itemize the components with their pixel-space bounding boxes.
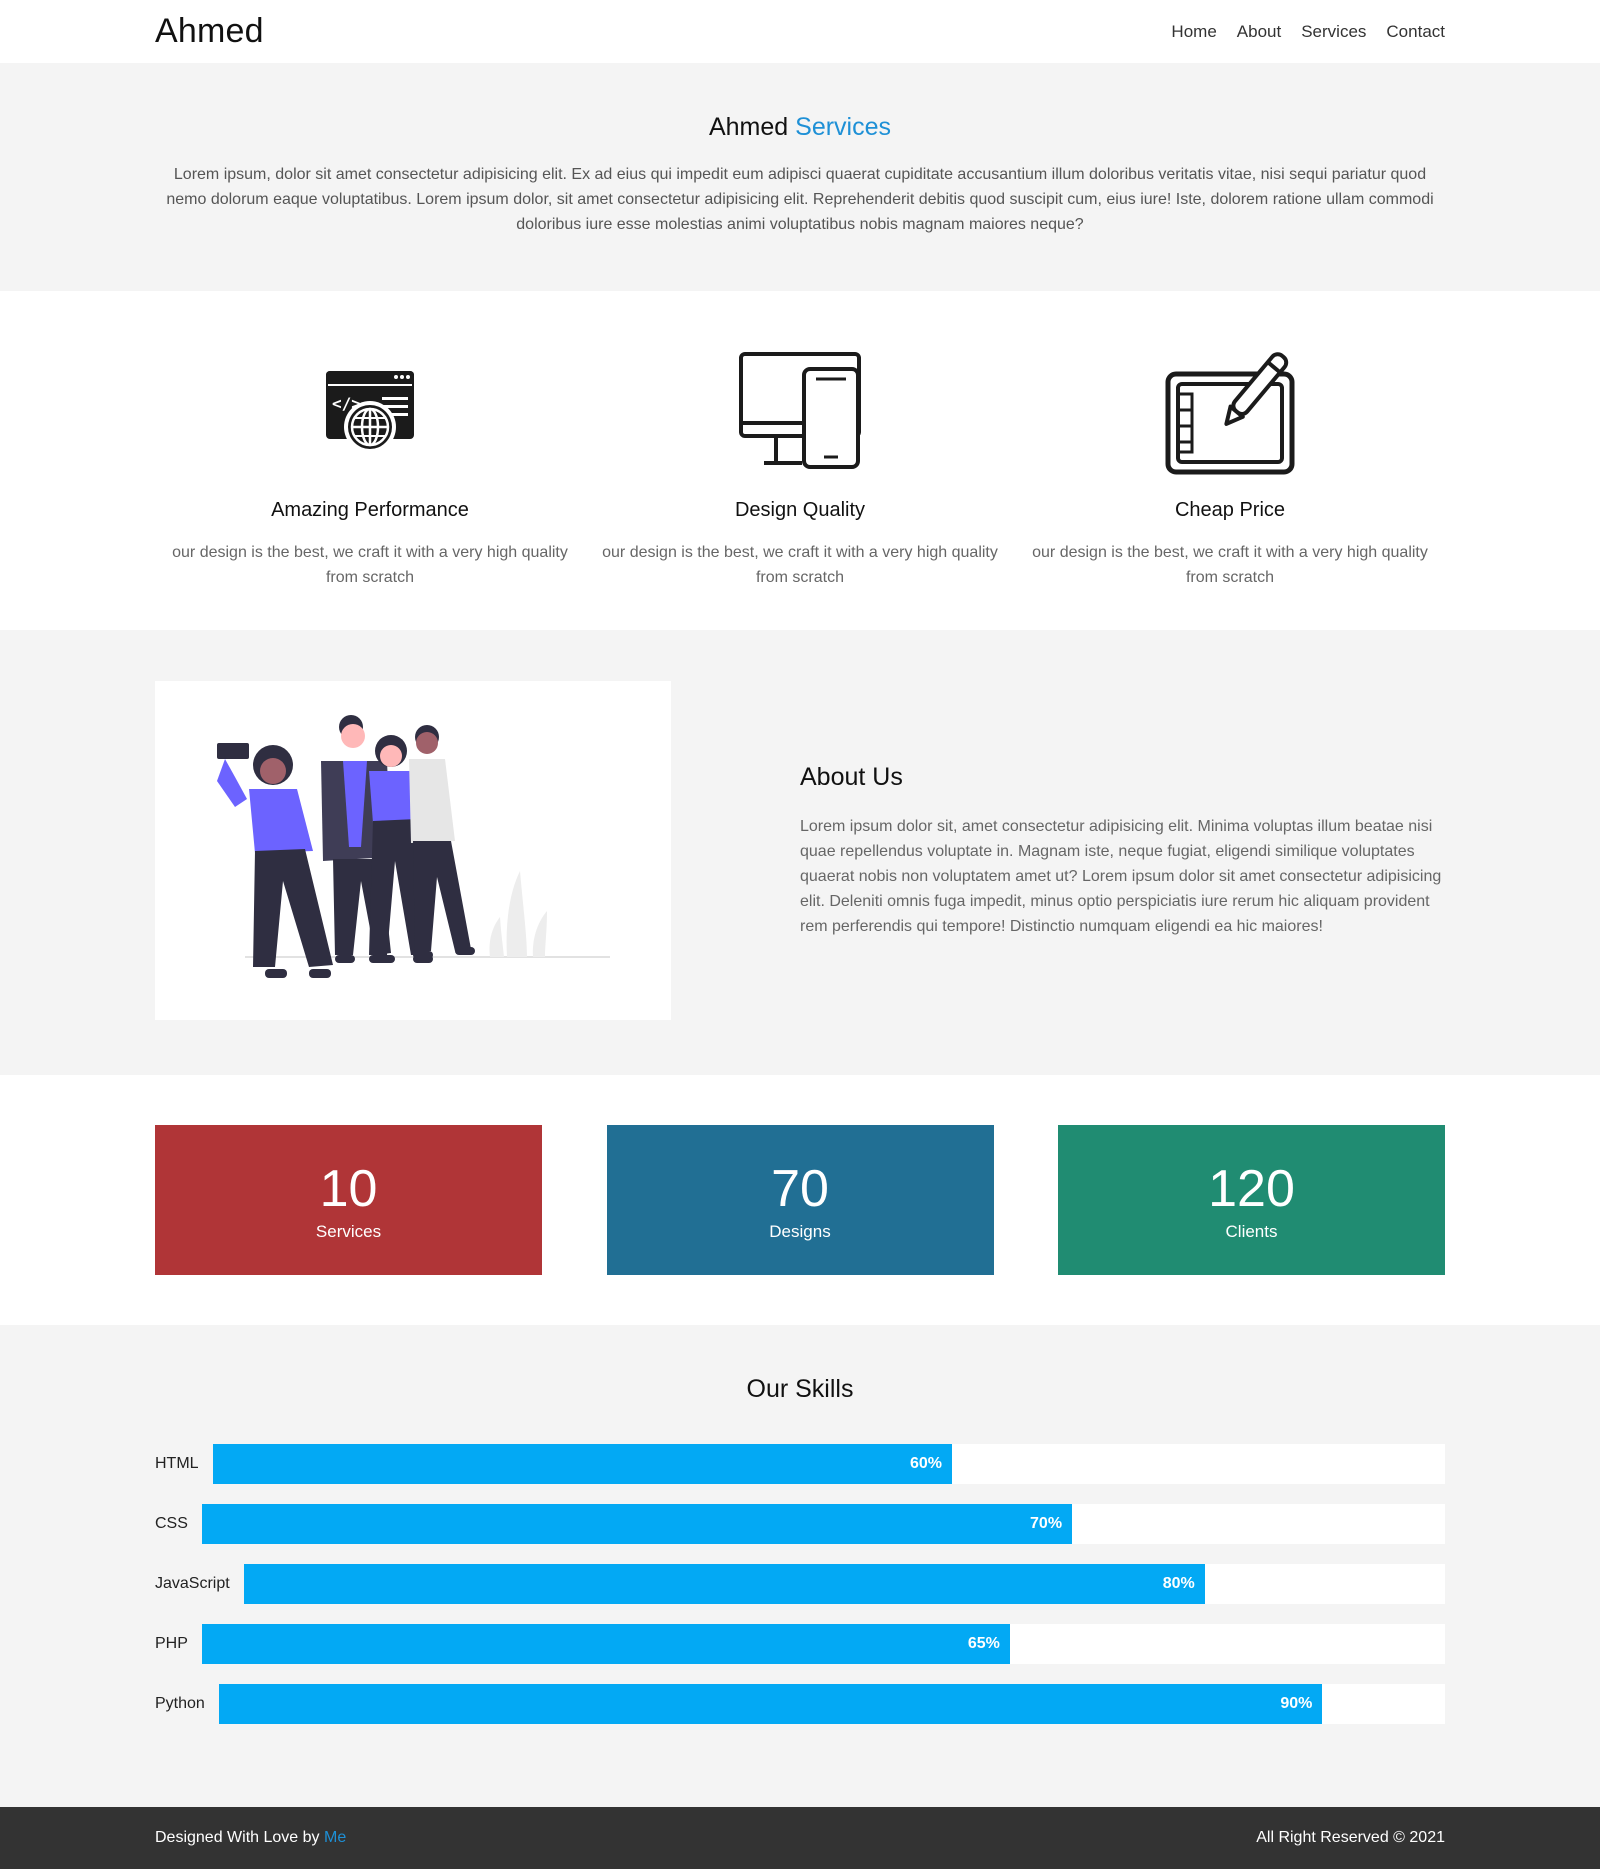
skill-row-python: Python 90% [155, 1684, 1445, 1724]
skill-name: PHP [155, 1635, 188, 1652]
feature-title: Cheap Price [1174, 499, 1286, 521]
feature-text: our design is the best, we craft it with… [172, 544, 568, 586]
stat-card-clients: 120 Clients [1058, 1125, 1445, 1275]
skill-progress-bar: 60% [212, 1444, 953, 1484]
services-heading: Ahmed Services [0, 113, 1600, 142]
skill-track: 60% [212, 1444, 1445, 1484]
skills-title: Our Skills [746, 1375, 854, 1403]
skill-track: 70% [201, 1504, 1445, 1544]
skill-name: Python [155, 1695, 205, 1712]
skill-name: HTML [155, 1455, 199, 1472]
stat-label: Designs [769, 1222, 831, 1241]
skill-row-css: CSS 70% [155, 1504, 1445, 1544]
about-title: About Us [800, 762, 903, 791]
team-illustration [155, 681, 671, 1020]
feature-text: our design is the best, we craft it with… [1032, 544, 1428, 586]
stat-label: Clients [1225, 1222, 1278, 1241]
skill-row-javascript: JavaScript 80% [155, 1564, 1445, 1604]
skill-progress-bar: 65% [201, 1624, 1010, 1664]
footer: Designed With Love by Me All Right Reser… [0, 1807, 1600, 1869]
about-text-block: About Us Lorem ipsum dolor sit, amet con… [800, 763, 1445, 939]
skill-track: 90% [218, 1684, 1445, 1724]
stat-label: Services [315, 1222, 382, 1241]
skills-section: Our Skills HTML 60% CSS 70% JavaScript 8… [0, 1325, 1600, 1809]
brand-logo[interactable]: Ahmed [155, 12, 264, 51]
skill-list: HTML 60% CSS 70% JavaScript 80% PHP 65% … [155, 1444, 1445, 1724]
feature-title: Amazing Performance [271, 499, 469, 521]
feature-card: </> Amazing Performance our design is th… [155, 341, 585, 590]
skill-progress-bar: 80% [243, 1564, 1205, 1604]
services-intro-section: Ahmed Services Lorem ipsum, dolor sit am… [0, 63, 1600, 291]
stat-number: 70 [771, 1160, 829, 1218]
footer-credit: Designed With Love by Me [155, 1829, 346, 1847]
stat-number: 120 [1208, 1160, 1295, 1218]
nav-link-services[interactable]: Services [1301, 22, 1366, 42]
features-section: </> Amazing Performance our design is th… [0, 291, 1600, 630]
services-heading-accent: Services [795, 113, 892, 141]
nav-link-contact[interactable]: Contact [1386, 22, 1445, 42]
skill-name: JavaScript [155, 1575, 230, 1592]
skill-progress-bar: 90% [218, 1684, 1323, 1724]
graphic-tablet-pen-icon [1015, 341, 1445, 481]
about-section: About Us Lorem ipsum dolor sit, amet con… [0, 630, 1600, 1075]
stats-section: 10 Services 70 Designs 120 Clients [0, 1075, 1600, 1325]
nav-link-about[interactable]: About [1237, 22, 1281, 42]
feature-card: Cheap Price our design is the best, we c… [1015, 341, 1445, 590]
services-intro-text: Lorem ipsum, dolor sit amet consectetur … [166, 166, 1434, 233]
stat-card-services: 10 Services [155, 1125, 542, 1275]
skill-name: CSS [155, 1515, 188, 1532]
stat-number: 10 [319, 1160, 378, 1218]
services-heading-main: Ahmed [708, 113, 789, 141]
skill-progress-bar: 70% [201, 1504, 1073, 1544]
stat-card-designs: 70 Designs [606, 1125, 994, 1275]
skill-row-html: HTML 60% [155, 1444, 1445, 1484]
navbar: Ahmed Home About Services Contact [0, 0, 1600, 63]
web-development-icon: </> [155, 341, 585, 481]
about-paragraph: Lorem ipsum dolor sit, amet consectetur … [800, 817, 1442, 935]
feature-title: Design Quality [734, 499, 866, 521]
footer-copyright: All Right Reserved © 2021 [1256, 1829, 1445, 1846]
skill-track: 80% [243, 1564, 1445, 1604]
skill-track: 65% [201, 1624, 1445, 1664]
nav-link-home[interactable]: Home [1171, 22, 1216, 42]
feature-card: Design Quality our design is the best, w… [585, 341, 1015, 590]
responsive-devices-icon [585, 341, 1015, 481]
skill-row-php: PHP 65% [155, 1624, 1445, 1664]
footer-credit-text: Designed With Love by [155, 1829, 324, 1846]
nav-menu: Home About Services Contact [1171, 22, 1445, 42]
feature-text: our design is the best, we craft it with… [602, 544, 998, 586]
footer-credit-link[interactable]: Me [324, 1829, 346, 1846]
